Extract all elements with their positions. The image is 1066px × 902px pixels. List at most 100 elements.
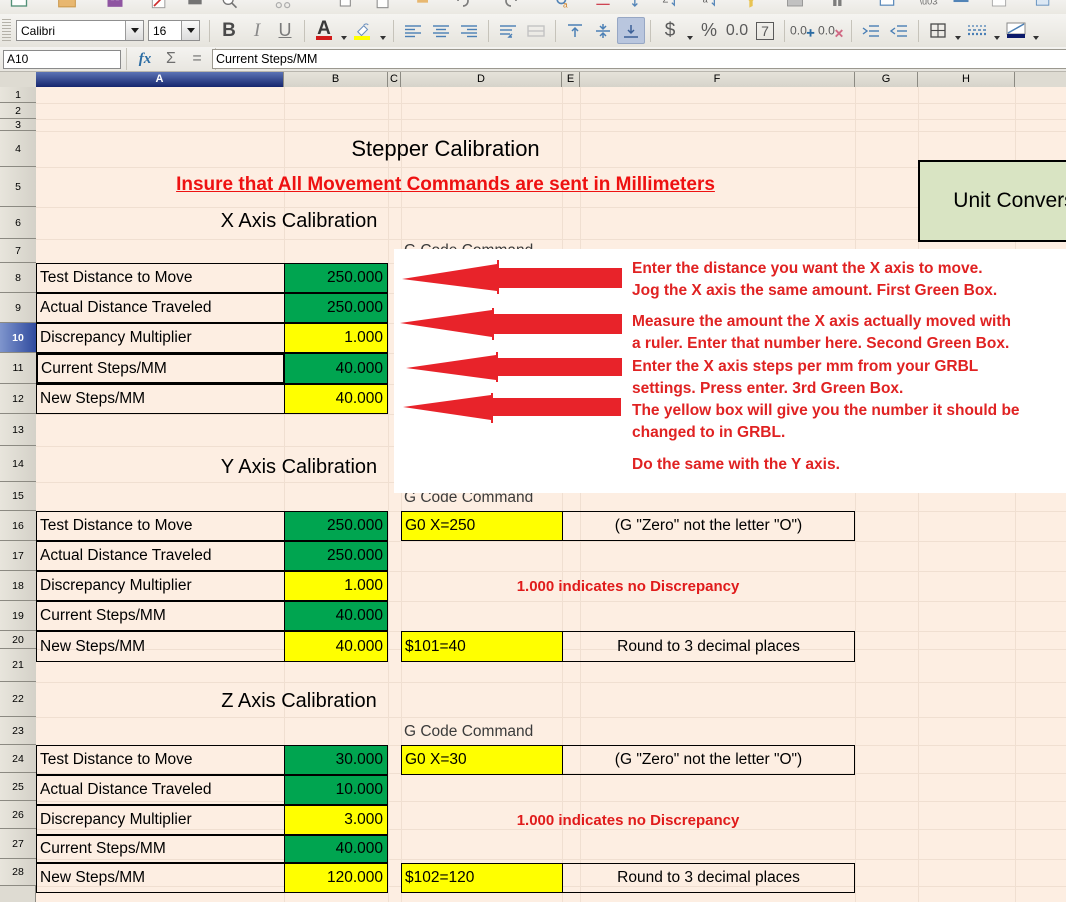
border-color-dropdown-icon[interactable] (1030, 13, 1041, 49)
toolbar-grip[interactable] (2, 18, 11, 43)
font-name-combo[interactable]: Calibri (16, 20, 144, 41)
row-header-16[interactable]: 16 (0, 511, 36, 541)
row-header-22[interactable]: 22 (0, 682, 36, 717)
unit-conversion-box[interactable]: Unit Conversion (918, 160, 1066, 242)
align-left-button[interactable] (399, 17, 427, 44)
row-header-24[interactable]: 24 (0, 745, 36, 773)
cell-d15-gcode[interactable]: G0 X=250 (401, 511, 563, 541)
open-folder-icon[interactable] (56, 0, 78, 11)
row-header-13[interactable]: 13 (0, 414, 36, 446)
cell-b15[interactable]: 250.000 (284, 511, 388, 541)
border-style-button[interactable] (963, 17, 991, 44)
center-vertically-button[interactable] (589, 17, 617, 44)
row-header-17[interactable]: 17 (0, 541, 36, 571)
column-header-a[interactable]: A (36, 72, 284, 87)
cell-b19[interactable]: 40.000 (284, 631, 388, 662)
cell-b11[interactable]: 40.000 (284, 384, 388, 414)
cell-b9[interactable]: 1.000 (284, 323, 388, 353)
cell-b18[interactable]: 40.000 (284, 601, 388, 631)
highlight-color-dropdown-icon[interactable] (377, 13, 388, 49)
cell-b23[interactable]: 30.000 (284, 745, 388, 775)
format-date-button[interactable]: 7 (751, 17, 779, 44)
merge-cells-button[interactable] (522, 17, 550, 44)
redo-icon[interactable] (500, 0, 522, 11)
borders-dropdown-icon[interactable] (952, 13, 963, 49)
sheet-grid[interactable]: Stepper Calibration Insure that All Move… (36, 87, 1066, 902)
row-header-11[interactable]: 11 (0, 353, 36, 384)
cell-a11[interactable]: New Steps/MM (36, 384, 285, 414)
cell-a15[interactable]: Test Distance to Move (36, 511, 285, 541)
underline-button[interactable]: U (271, 17, 299, 44)
border-color-button[interactable] (1002, 17, 1030, 44)
format-currency-button[interactable]: $ (656, 17, 684, 44)
copy-icon[interactable] (336, 0, 358, 11)
sort-za-icon[interactable]: Z (660, 0, 682, 11)
insert-special-character-icon[interactable]: \u03a9 (916, 0, 939, 11)
print-preview-icon[interactable] (218, 0, 240, 11)
delete-decimal-place-button[interactable]: 0.0 (818, 17, 846, 44)
export-pdf-icon[interactable] (148, 0, 170, 11)
column-header-f[interactable]: F (580, 72, 855, 87)
row-header-12[interactable]: 12 (0, 384, 36, 414)
row-header-2[interactable]: 2 (0, 103, 36, 119)
function-wizard-button[interactable]: fx (132, 48, 158, 70)
cell-a26[interactable]: Current Steps/MM (36, 835, 285, 863)
cell-b27[interactable]: 120.000 (284, 863, 388, 893)
formula-button[interactable]: = (184, 48, 210, 70)
wrap-text-button[interactable] (494, 17, 522, 44)
border-style-dropdown-icon[interactable] (991, 13, 1002, 49)
bold-button[interactable]: B (215, 17, 243, 44)
cell-a19[interactable]: New Steps/MM (36, 631, 285, 662)
new-document-icon[interactable] (8, 0, 30, 11)
row-header-3[interactable]: 3 (0, 119, 36, 131)
format-percent-button[interactable]: % (695, 17, 723, 44)
cut-icon[interactable] (272, 0, 294, 11)
align-center-button[interactable] (427, 17, 455, 44)
row-header-5[interactable]: 5 (0, 167, 36, 207)
align-right-button[interactable] (455, 17, 483, 44)
instructions-callout[interactable]: Enter the distance you want the X axis t… (394, 249, 1066, 493)
cell-a17[interactable]: Discrepancy Multiplier (36, 571, 285, 601)
column-header-b[interactable]: B (284, 72, 388, 87)
row-header-19[interactable]: 19 (0, 601, 36, 631)
insert-image-icon[interactable] (784, 0, 806, 11)
column-header-c[interactable]: C (388, 72, 401, 87)
cell-b26[interactable]: 40.000 (284, 835, 388, 863)
cell-a24[interactable]: Actual Distance Traveled (36, 775, 285, 805)
save-icon[interactable] (104, 0, 126, 11)
cell-a25[interactable]: Discrepancy Multiplier (36, 805, 285, 835)
row-header-8[interactable]: 8 (0, 263, 36, 293)
row-header-4[interactable]: 4 (0, 131, 36, 167)
font-color-button[interactable]: A (310, 17, 338, 44)
cell-b24[interactable]: 10.000 (284, 775, 388, 805)
column-header-e[interactable]: E (562, 72, 580, 87)
row-header-23[interactable]: 23 (0, 717, 36, 745)
cell-d19-gcode[interactable]: $101=40 (401, 631, 563, 662)
row-header-14[interactable]: 14 (0, 446, 36, 482)
align-top-button[interactable] (561, 17, 589, 44)
split-window-icon[interactable] (988, 0, 1010, 11)
sort-az-icon[interactable]: a (700, 0, 722, 11)
font-size-dropdown-icon[interactable] (181, 21, 199, 40)
insert-chart-icon[interactable] (828, 0, 850, 11)
insert-textbox-icon[interactable] (876, 0, 898, 11)
row-header-25[interactable]: 25 (0, 773, 36, 801)
row-header-21[interactable]: 21 (0, 649, 36, 682)
spelling-icon[interactable] (592, 0, 614, 11)
row-header-6[interactable]: 6 (0, 207, 36, 239)
column-header-d[interactable]: D (401, 72, 562, 87)
font-name-dropdown-icon[interactable] (125, 21, 143, 40)
cell-b16[interactable]: 250.000 (284, 541, 388, 571)
cell-a18[interactable]: Current Steps/MM (36, 601, 285, 631)
find-replace-icon[interactable]: a (552, 0, 574, 11)
row-header-28[interactable]: 28 (0, 859, 36, 886)
format-number-button[interactable]: 0.0 (723, 17, 751, 44)
cell-b10[interactable]: 40.000 (284, 353, 388, 384)
highlighting-color-button[interactable] (349, 17, 377, 44)
row-header-7[interactable]: 7 (0, 239, 36, 263)
cell-d27-gcode[interactable]: $102=120 (401, 863, 563, 893)
name-box[interactable]: A10 (3, 49, 121, 69)
undo-icon[interactable] (452, 0, 474, 11)
formula-input-line[interactable]: Current Steps/MM (212, 49, 1066, 69)
freeze-rows-icon[interactable] (950, 0, 972, 11)
